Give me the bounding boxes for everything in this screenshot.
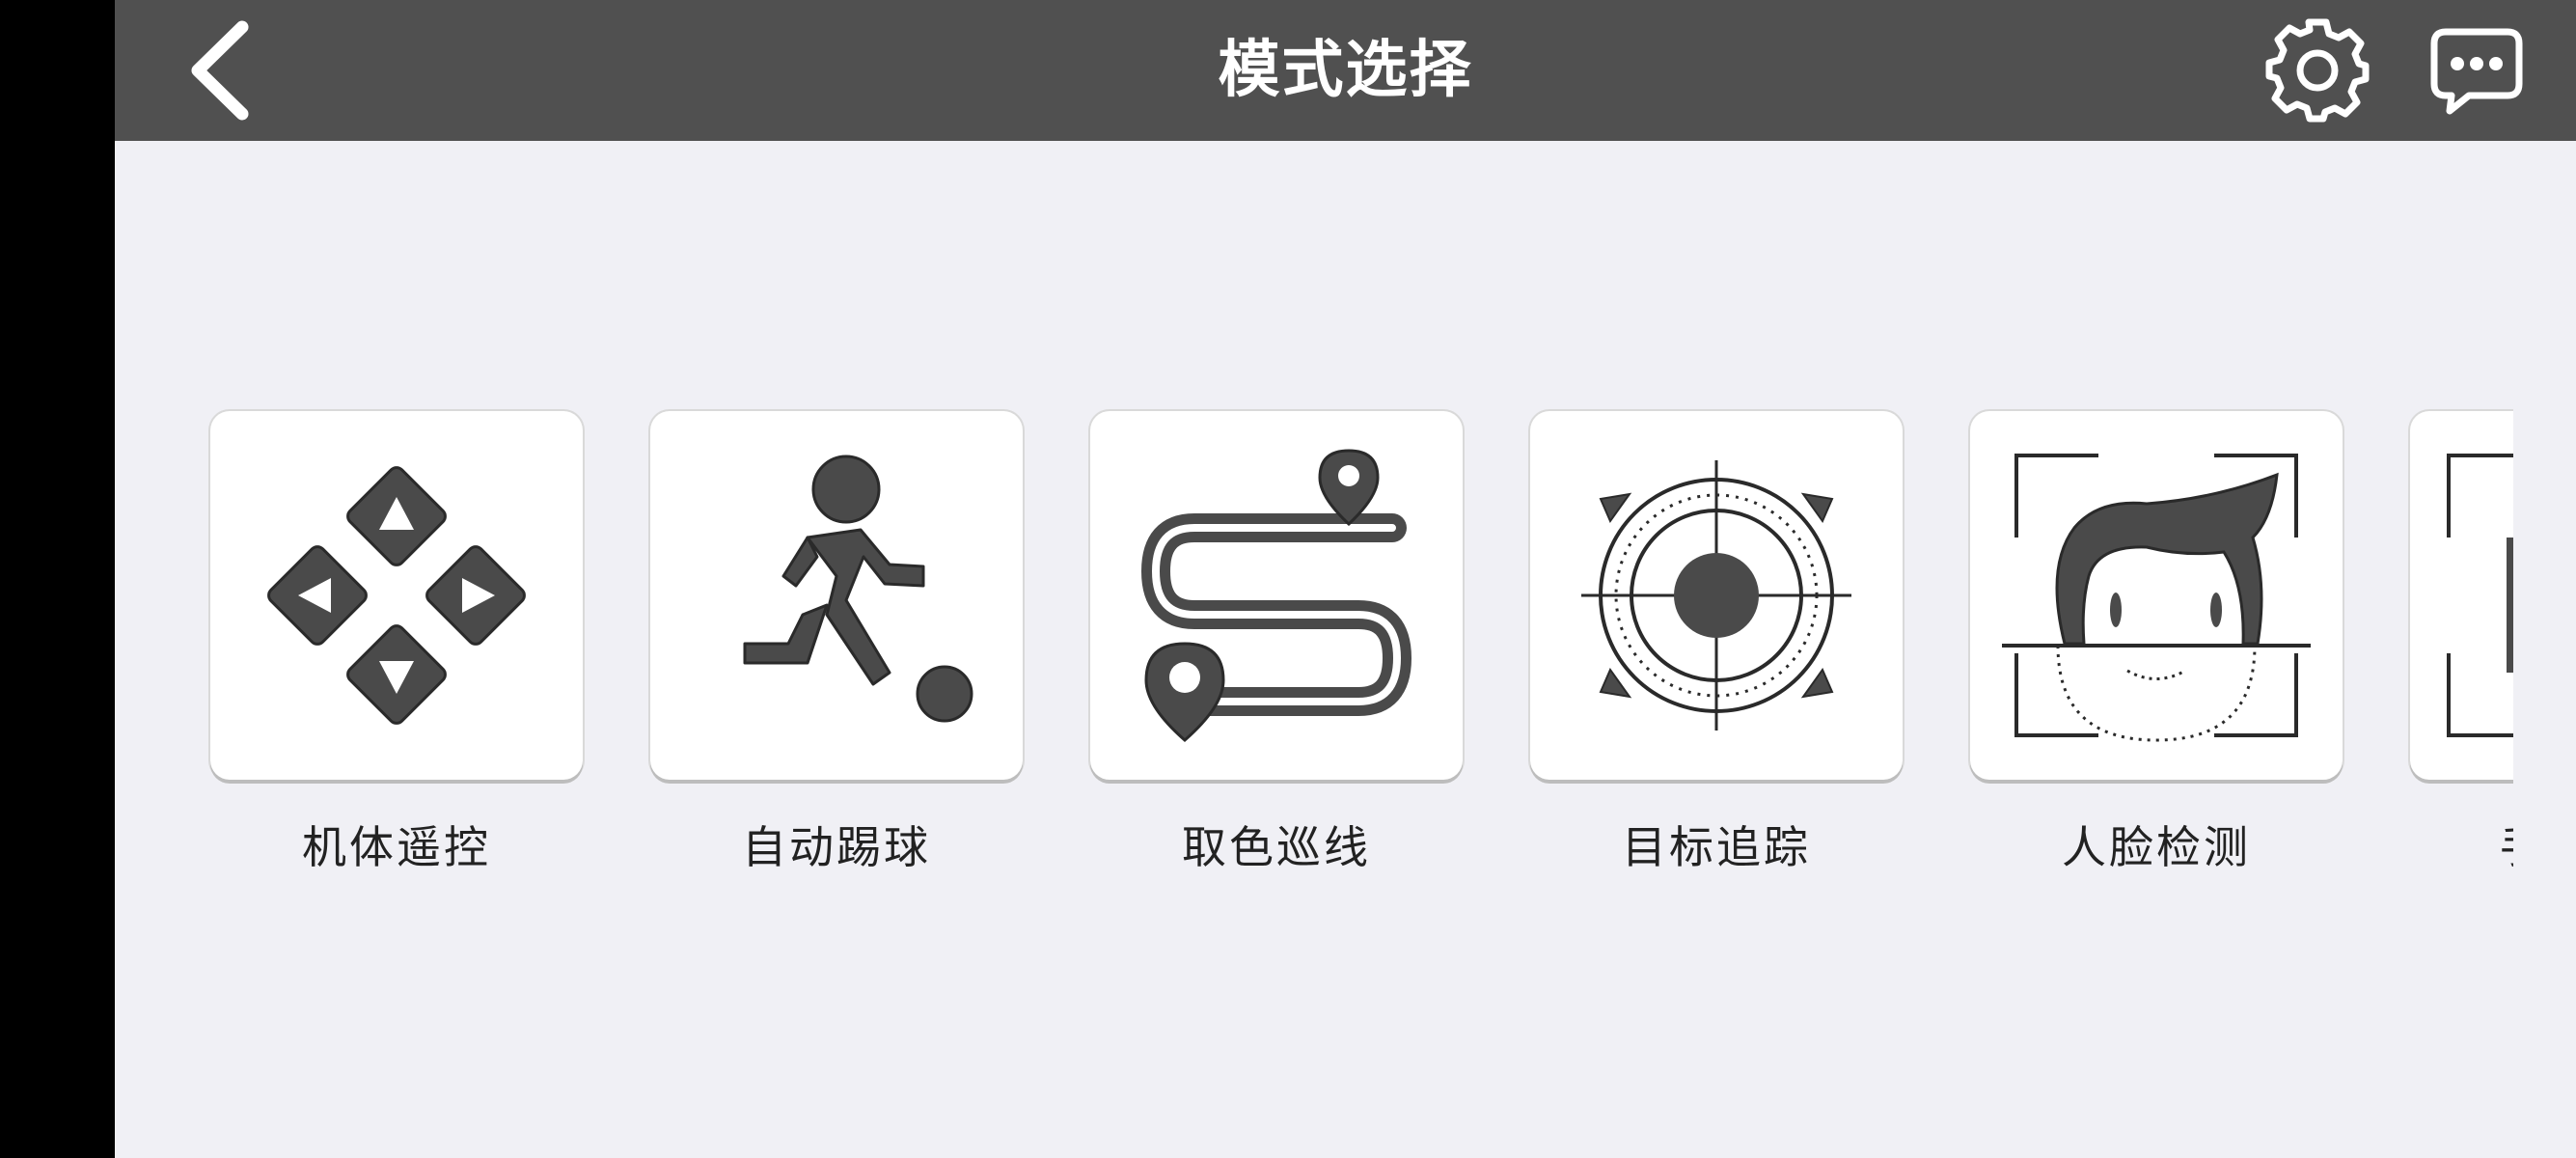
mode-face-detection[interactable]: 人脸检测 bbox=[1967, 411, 2345, 876]
chat-bubble-icon bbox=[2430, 28, 2523, 115]
back-button[interactable] bbox=[163, 14, 279, 126]
mode-tile[interactable] bbox=[1530, 411, 1903, 780]
mode-remote-control[interactable]: 机体遥控 bbox=[207, 411, 586, 876]
mode-tile[interactable] bbox=[2410, 411, 2513, 780]
target-crosshair-icon bbox=[1581, 460, 1851, 731]
mode-auto-kick[interactable]: 自动踢球 bbox=[647, 411, 1026, 876]
mode-list: 机体遥控 自动踢球 取色巡线 目标追踪 人脸检测 bbox=[115, 405, 2513, 907]
message-button[interactable] bbox=[2424, 17, 2530, 124]
mode-color-line-follow[interactable]: 取色巡线 bbox=[1087, 411, 1466, 876]
soccer-kick-icon bbox=[743, 455, 973, 723]
mode-tile[interactable] bbox=[1090, 411, 1463, 780]
mode-partial[interactable]: 手 bbox=[2407, 411, 2513, 876]
mode-tile[interactable] bbox=[650, 411, 1023, 780]
mode-label: 自动踢球 bbox=[742, 821, 931, 873]
settings-button[interactable] bbox=[2257, 10, 2378, 131]
page-title: 模式选择 bbox=[1218, 35, 1473, 106]
mode-label: 取色巡线 bbox=[1182, 821, 1371, 873]
app-screen: 模式选择 机体遥控 自动踢球 取色巡线 目标追踪 人脸检测 bbox=[115, 0, 2576, 1158]
mode-label: 机体遥控 bbox=[302, 821, 491, 873]
mode-label: 目标追踪 bbox=[1622, 821, 1811, 873]
dpad-arrows-icon bbox=[267, 466, 526, 725]
route-path-icon bbox=[1140, 449, 1412, 742]
mode-target-tracking[interactable]: 目标追踪 bbox=[1527, 411, 1905, 876]
mode-label: 人脸检测 bbox=[2062, 821, 2251, 873]
chevron-left-icon bbox=[191, 20, 249, 121]
partial-tile-icon bbox=[2447, 454, 2513, 737]
mode-tile[interactable] bbox=[210, 411, 583, 780]
top-bar: 模式选择 bbox=[115, 0, 2576, 141]
face-detect-icon bbox=[2002, 454, 2311, 742]
gear-icon bbox=[2265, 18, 2370, 123]
mode-tile[interactable] bbox=[1970, 411, 2343, 780]
mode-label: 手 bbox=[2407, 813, 2513, 876]
